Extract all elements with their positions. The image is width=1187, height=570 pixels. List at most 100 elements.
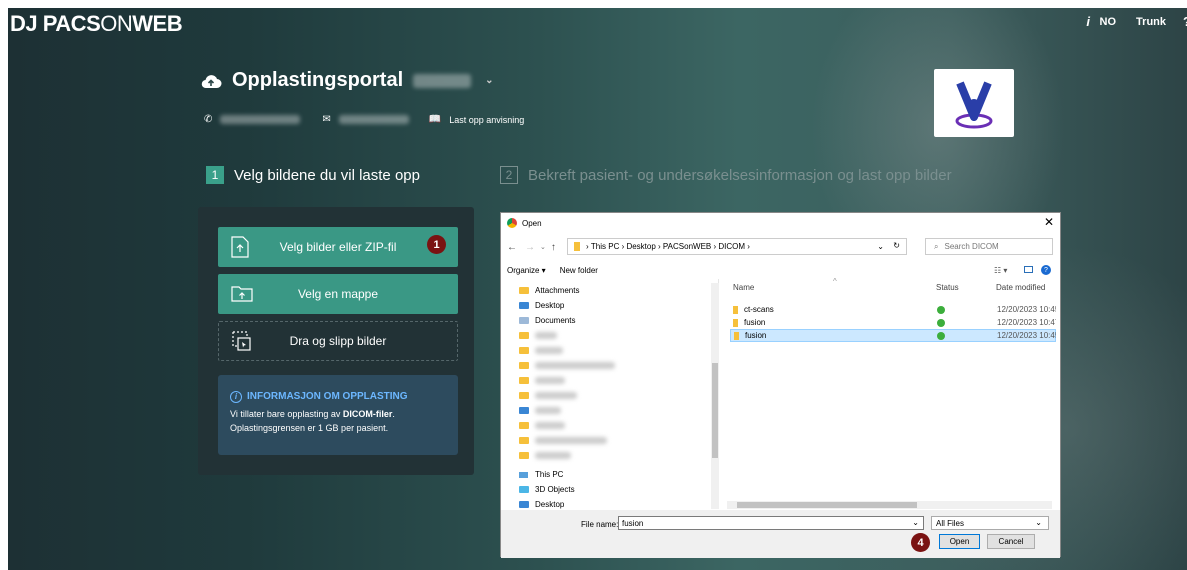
breadcrumb-item[interactable]: This PC [591, 242, 619, 251]
redacted-label [535, 332, 557, 339]
chevron-down-icon: ⌄ [1035, 518, 1042, 527]
scrollbar-thumb[interactable] [737, 502, 917, 508]
file-list-scrollbar[interactable] [727, 501, 1052, 509]
new-folder-button[interactable]: New folder [560, 266, 598, 275]
info-circle-icon: i [230, 391, 242, 403]
tree-item-redacted[interactable] [507, 433, 718, 448]
tree-item-redacted[interactable] [507, 373, 718, 388]
preview-pane-icon[interactable] [1024, 266, 1033, 273]
navigation-tree: Attachments Desktop Documents This PC 3D… [507, 279, 719, 509]
desktop-icon [519, 501, 529, 508]
contact-row: ✆ ✉ 📖 Last opp anvisning [204, 114, 524, 125]
tree-item-redacted[interactable] [507, 328, 718, 343]
file-name: fusion [744, 318, 766, 327]
portal-title: Opplastingsportal ⌄ [200, 69, 494, 92]
portal-title-text: Opplastingsportal [232, 69, 404, 91]
cloud-upload-icon [201, 74, 222, 88]
help-icon[interactable]: ? [1041, 265, 1051, 275]
info-period: . [392, 409, 395, 419]
folder-icon [574, 242, 580, 251]
breadcrumb-item[interactable]: Desktop [626, 242, 655, 251]
organize-button[interactable]: Organize ▾ [507, 266, 546, 275]
folder-icon [733, 305, 738, 314]
status-ok-icon [937, 331, 945, 340]
chevron-down-icon[interactable]: ⌄ [912, 518, 919, 527]
user-menu[interactable]: Trunk [1136, 16, 1166, 28]
help-icon[interactable]: ? [1183, 14, 1187, 29]
cancel-button[interactable]: Cancel [987, 534, 1035, 549]
open-file-dialog: Open ✕ ← → ⌄ ↑ › This PC › Desktop › PAC… [500, 212, 1061, 558]
refresh-icon[interactable]: ↻ [893, 241, 900, 250]
file-name-input[interactable]: fusion ⌄ [618, 516, 924, 530]
path-dropdown-icon[interactable]: ⌄ [877, 242, 884, 251]
book-icon: 📖 [428, 114, 442, 125]
select-folder-label: Velg en mappe [297, 287, 379, 301]
folder-icon [519, 377, 529, 384]
scrollbar-thumb[interactable] [712, 363, 718, 458]
step-label: Bekreft pasient- og undersøkelsesinforma… [528, 166, 952, 184]
column-status[interactable]: Status [936, 283, 959, 292]
tree-item-redacted[interactable] [507, 388, 718, 403]
phone-redacted [220, 115, 301, 124]
up-arrow-icon[interactable]: ↑ [551, 242, 556, 253]
3d-objects-icon [519, 486, 529, 493]
file-row[interactable]: ct-scans 12/20/2023 10:45 AM [730, 303, 1056, 316]
dialog-titlebar: Open ✕ [501, 213, 1060, 233]
info-title: INFORMASJON OM OPPLASTING [247, 391, 408, 402]
chevron-down-icon[interactable]: ⌄ [485, 75, 493, 86]
tree-item-redacted[interactable] [507, 448, 718, 463]
app-logo[interactable]: DJ PACSONWEB [10, 11, 183, 37]
step-number: 1 [206, 166, 224, 184]
select-folder-button[interactable]: Velg en mappe [218, 274, 458, 314]
tree-item-redacted[interactable] [507, 418, 718, 433]
dialog-title: Open [522, 218, 542, 228]
search-input[interactable]: ⌕ Search DICOM [925, 238, 1053, 255]
info-icon[interactable]: i [1086, 14, 1090, 29]
file-row[interactable]: fusion 12/20/2023 10:47 AM [730, 316, 1056, 329]
upload-info-box: i INFORMASJON OM OPPLASTING Vi tillater … [218, 375, 458, 455]
back-arrow-icon[interactable]: ← [507, 242, 517, 253]
select-files-button[interactable]: Velg bilder eller ZIP-fil [218, 227, 458, 267]
redacted-label [535, 362, 615, 369]
tree-scrollbar[interactable] [711, 283, 719, 509]
upload-instructions-link[interactable]: Last opp anvisning [449, 115, 524, 125]
breadcrumb-item[interactable]: PACSonWEB [663, 242, 711, 251]
tree-item[interactable]: Desktop [507, 497, 718, 509]
file-name: ct-scans [744, 305, 774, 314]
open-button[interactable]: Open [939, 534, 980, 549]
logo-thin: ON [100, 11, 133, 36]
computer-icon [519, 471, 528, 478]
recent-dropdown-icon[interactable]: ⌄ [540, 243, 546, 251]
brand-logo-icon [955, 81, 993, 129]
tree-item[interactable]: Documents [507, 313, 718, 328]
folder-icon [519, 332, 529, 339]
close-icon[interactable]: ✕ [1044, 215, 1054, 229]
drag-drop-label: Dra og slipp bilder [289, 334, 387, 348]
redacted-label [535, 347, 563, 354]
tree-item[interactable]: Desktop [507, 298, 718, 313]
column-name[interactable]: Name [733, 283, 754, 292]
step-2: 2 Bekreft pasient- og undersøkelsesinfor… [500, 166, 952, 184]
tree-item[interactable]: Attachments [507, 283, 718, 298]
tree-item-redacted[interactable] [507, 358, 718, 373]
column-date[interactable]: Date modified [996, 283, 1045, 292]
tree-item-redacted[interactable] [507, 403, 718, 418]
language-selector[interactable]: NO [1100, 16, 1117, 28]
folder-icon [519, 422, 529, 429]
folder-icon [519, 362, 529, 369]
folder-icon [519, 437, 529, 444]
folder-icon [733, 318, 738, 327]
breadcrumb-path[interactable]: › This PC › Desktop › PACSonWEB › DICOM … [567, 238, 907, 255]
tree-item-redacted[interactable] [507, 343, 718, 358]
view-options-icon[interactable]: ☷ ▾ [994, 266, 1007, 275]
breadcrumb-item[interactable]: DICOM [718, 242, 745, 251]
drag-drop-zone[interactable]: Dra og slipp bilder [218, 321, 458, 361]
file-row-selected[interactable]: fusion 12/20/2023 10:45 AM [730, 329, 1056, 342]
tree-item[interactable]: This PC [507, 467, 718, 482]
forward-arrow-icon[interactable]: → [525, 242, 535, 253]
file-type-select[interactable]: All Files ⌄ [931, 516, 1049, 530]
tree-item[interactable]: 3D Objects [507, 482, 718, 497]
breadcrumb-sep: › [619, 242, 627, 251]
folder-upload-icon [231, 286, 253, 302]
breadcrumb-sep: › [745, 242, 750, 251]
